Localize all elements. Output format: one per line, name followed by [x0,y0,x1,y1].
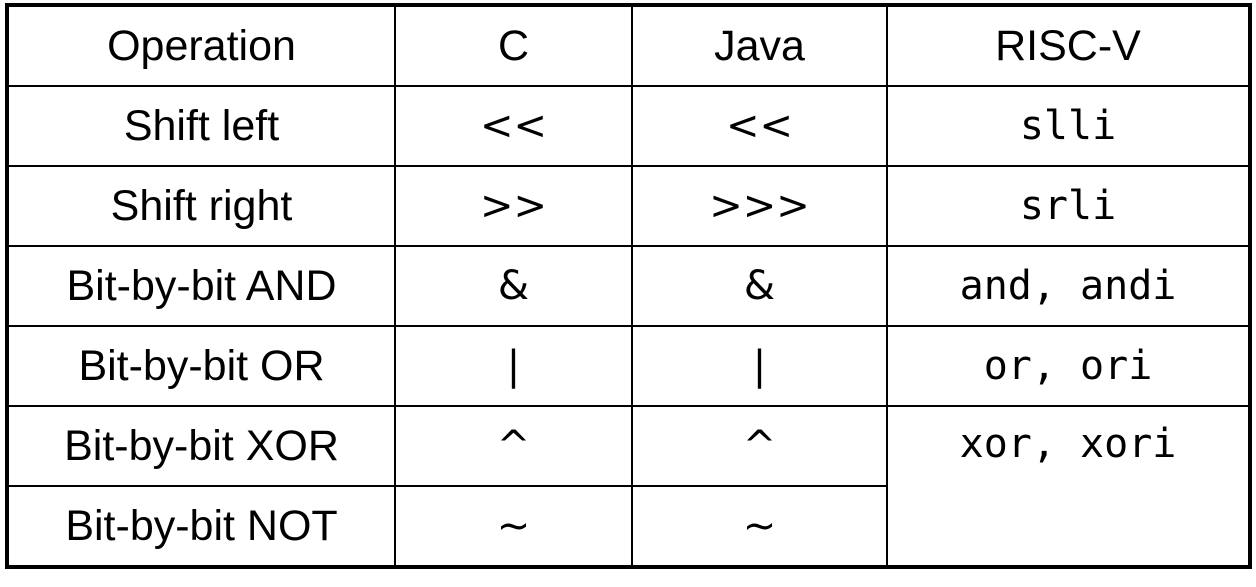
java-cell: | [631,325,888,407]
riscv-cell: slli [886,85,1251,167]
riscv-cell: xor, xori [886,405,1251,568]
operation-cell: Bit-by-bit AND [6,245,396,327]
header-java: Java [631,4,888,87]
java-cell: << [631,85,888,167]
table-row: Bit-by-bit XOR ^ ^ xor, xori [6,405,1251,568]
c-cell: ^ [394,405,633,487]
operation-cell: Shift left [6,85,396,167]
header-row: Operation C Java RISC-V [6,4,1251,87]
table-row: Bit-by-bit OR | | or, ori [6,325,1251,407]
table-row: Bit-by-bit AND & & and, andi [6,245,1251,327]
operation-cell: Bit-by-bit NOT [6,485,396,568]
riscv-cell: srli [886,165,1251,247]
bitwise-operations-table: Operation C Java RISC-V Shift left << <<… [5,3,1252,569]
c-cell: >> [394,165,633,247]
c-cell: ~ [394,485,633,568]
java-cell: ^ [631,405,888,487]
table-row: Shift left << << slli [6,85,1251,167]
header-c: C [394,4,633,87]
riscv-cell: or, ori [886,325,1251,407]
operation-cell: Bit-by-bit XOR [6,405,396,487]
c-cell: | [394,325,633,407]
header-operation: Operation [6,4,396,87]
operation-cell: Shift right [6,165,396,247]
java-cell: ~ [631,485,888,568]
c-cell: << [394,85,633,167]
header-riscv: RISC-V [886,4,1251,87]
operation-cell: Bit-by-bit OR [6,325,396,407]
c-cell: & [394,245,633,327]
riscv-cell: and, andi [886,245,1251,327]
java-cell: & [631,245,888,327]
java-cell: >>> [631,165,888,247]
table-row: Shift right >> >>> srli [6,165,1251,247]
